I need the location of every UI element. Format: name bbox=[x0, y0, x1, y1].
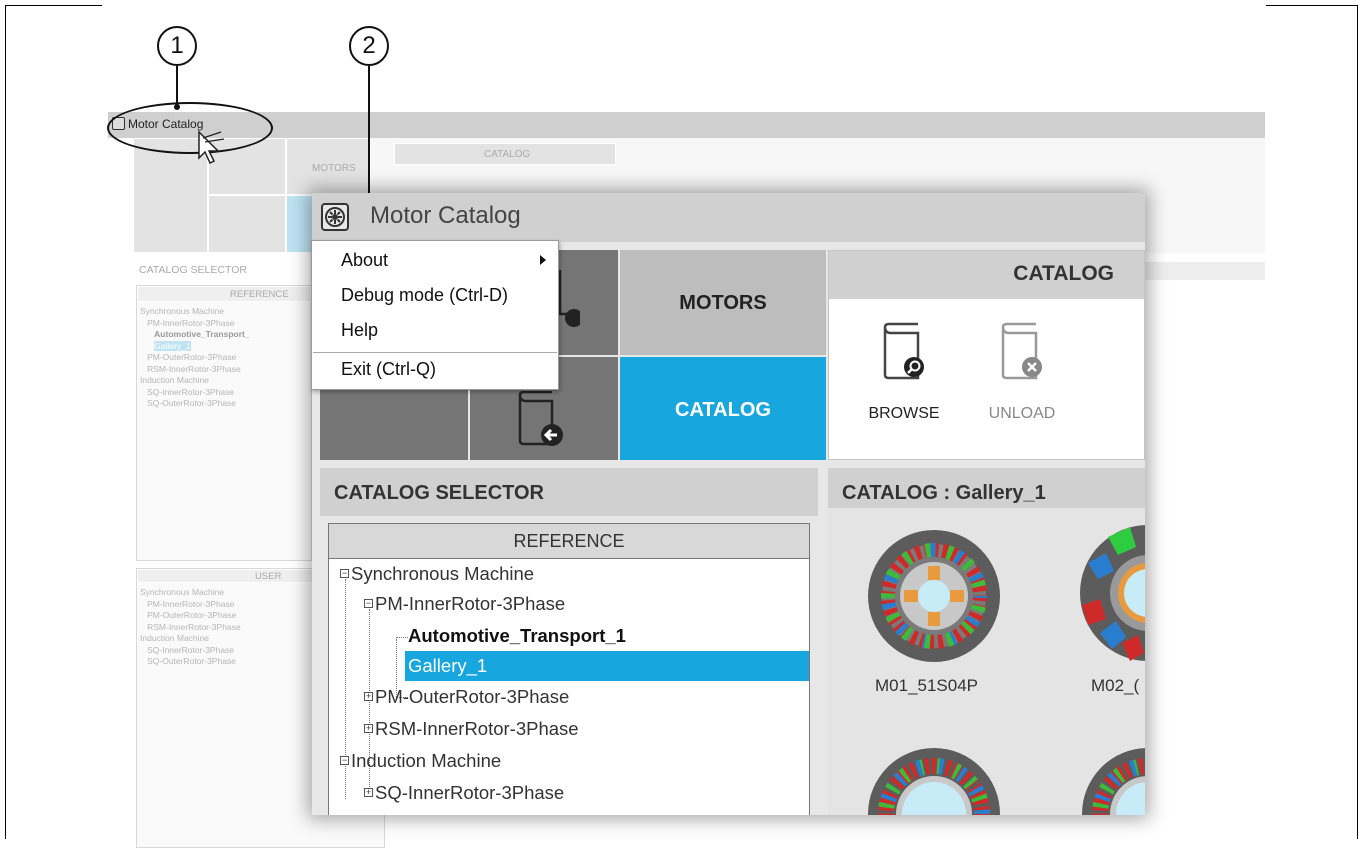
menu-item-help[interactable]: Help bbox=[341, 320, 378, 341]
bg-user-node: PM-InnerRotor-3Phase bbox=[147, 598, 235, 609]
catalog-panel: CATALOG BROWSE UNLOAD bbox=[828, 250, 1145, 460]
highlight-oval bbox=[107, 102, 273, 154]
callout-1-dot bbox=[174, 104, 180, 110]
motor-thumbnail-m02[interactable] bbox=[1078, 523, 1145, 663]
tab-catalog-label: CATALOG bbox=[675, 399, 771, 421]
menu-item-exit[interactable]: Exit (Ctrl-Q) bbox=[341, 359, 436, 380]
motor-thumbnail-m03[interactable] bbox=[866, 746, 1002, 815]
bg-ref-node: PM-OuterRotor-3Phase bbox=[147, 352, 237, 362]
menu-separator bbox=[313, 352, 557, 353]
tree-node-sq-innerrotor[interactable]: SQ-InnerRotor-3Phase bbox=[375, 778, 564, 808]
unload-label: UNLOAD bbox=[988, 405, 1056, 422]
submenu-arrow-icon bbox=[540, 255, 546, 265]
motor-thumbnail-m04[interactable] bbox=[1078, 746, 1145, 815]
tree-collapse-icon[interactable]: − bbox=[340, 569, 349, 578]
reference-tree-panel: REFERENCE − Synchronous Machine − PM-Inn… bbox=[328, 523, 810, 815]
mouse-cursor-icon bbox=[198, 130, 225, 165]
browse-label: BROWSE bbox=[868, 405, 940, 422]
bg-user-node: SQ-OuterRotor-3Phase bbox=[147, 656, 236, 666]
catalog-panel-header: CATALOG bbox=[829, 251, 1144, 299]
tree-node-automotive-transport[interactable]: Automotive_Transport_1 bbox=[408, 621, 626, 651]
callout-1: 1 bbox=[157, 26, 197, 66]
reference-header: REFERENCE bbox=[329, 524, 809, 559]
motor-catalog-icon[interactable] bbox=[321, 203, 349, 231]
gallery-panel: M01_51S04P M02_( bbox=[828, 508, 1145, 815]
bg-ref-node: PM-InnerRotor-3Phase bbox=[147, 317, 235, 328]
tree-node-pm-innerrotor[interactable]: PM-InnerRotor-3Phase bbox=[375, 589, 565, 619]
bg-ref-node: SQ-InnerRotor-3Phase bbox=[147, 386, 235, 397]
callout-1-leader bbox=[176, 66, 178, 106]
bg-reference-tree: Synchronous Machine PM-InnerRotor-3Phase… bbox=[140, 306, 250, 410]
app-menu: About Debug mode (Ctrl-D) Help Exit (Ctr… bbox=[311, 240, 559, 390]
bg-catalog-selector: CATALOG SELECTOR bbox=[139, 264, 247, 276]
menu-item-debug-mode[interactable]: Debug mode (Ctrl-D) bbox=[341, 285, 508, 306]
bg-ribbon-catalog: CATALOG bbox=[484, 149, 531, 160]
bg-ref-node: Synchronous Machine bbox=[140, 306, 225, 316]
tab-motors-label: MOTORS bbox=[679, 292, 767, 314]
menu-item-about[interactable]: About bbox=[341, 250, 388, 271]
bg-title-bar bbox=[108, 112, 1265, 138]
tree-node-pm-outerrotor[interactable]: PM-OuterRotor-3Phase bbox=[375, 682, 569, 712]
bg-ref-node: SQ-OuterRotor-3Phase bbox=[147, 398, 236, 408]
catalog-panel-title: CATALOG bbox=[1013, 262, 1114, 285]
bg-reference-label: REFERENCE bbox=[230, 289, 289, 300]
window-title: Motor Catalog bbox=[370, 202, 521, 229]
bg-user-tree: Synchronous Machine PM-InnerRotor-3Phase… bbox=[140, 587, 241, 668]
bg-user-node: Synchronous Machine bbox=[140, 587, 225, 597]
tree-expand-icon[interactable]: + bbox=[364, 788, 373, 797]
motor-thumbnail-m01[interactable] bbox=[866, 528, 1002, 664]
tree-node-rsm-innerrotor[interactable]: RSM-InnerRotor-3Phase bbox=[375, 714, 579, 744]
bg-ribbon-motors: MOTORS bbox=[312, 163, 356, 174]
tree-expand-icon[interactable]: + bbox=[364, 692, 373, 701]
motor-label-m02: M02_( bbox=[1091, 676, 1140, 695]
tree-collapse-icon[interactable]: − bbox=[364, 599, 373, 608]
tree-line bbox=[345, 579, 346, 799]
catalog-selector-header: CATALOG SELECTOR bbox=[320, 468, 818, 516]
bg-ref-node: RSM-InnerRotor-3Phase bbox=[147, 363, 241, 374]
add-book-icon-partial bbox=[558, 270, 580, 327]
tree-node-induction-machine[interactable]: Induction Machine bbox=[351, 746, 501, 776]
bg-ref-node: Induction Machine bbox=[140, 375, 209, 385]
callout-2: 2 bbox=[349, 26, 389, 66]
browse-book-icon bbox=[883, 322, 924, 380]
unload-book-icon bbox=[1001, 322, 1042, 380]
tree-line bbox=[396, 637, 408, 638]
bg-ref-node: Automotive_Transport_ bbox=[154, 329, 250, 339]
motor-label-m01: M01_51S04P bbox=[875, 676, 979, 695]
bg-user-label: USER bbox=[255, 571, 282, 582]
tree-collapse-icon[interactable]: − bbox=[340, 756, 349, 765]
tree-node-gallery-selected[interactable]: Gallery_1 bbox=[405, 651, 809, 681]
tab-catalog[interactable]: CATALOG bbox=[620, 357, 826, 460]
tree-expand-icon[interactable]: + bbox=[364, 724, 373, 733]
bg-user-node: PM-OuterRotor-3Phase bbox=[147, 610, 237, 620]
bg-user-node: Induction Machine bbox=[140, 633, 209, 643]
bg-tile-3 bbox=[208, 195, 286, 253]
bg-user-node: RSM-InnerRotor-3Phase bbox=[147, 621, 241, 632]
bg-ref-node-selected: Gallery_1 bbox=[154, 340, 191, 351]
tab-motors[interactable]: MOTORS bbox=[620, 250, 826, 355]
tree-node-synchronous-machine[interactable]: Synchronous Machine bbox=[351, 559, 534, 589]
import-book-icon bbox=[518, 391, 563, 446]
bg-user-node: SQ-InnerRotor-3Phase bbox=[147, 644, 235, 655]
